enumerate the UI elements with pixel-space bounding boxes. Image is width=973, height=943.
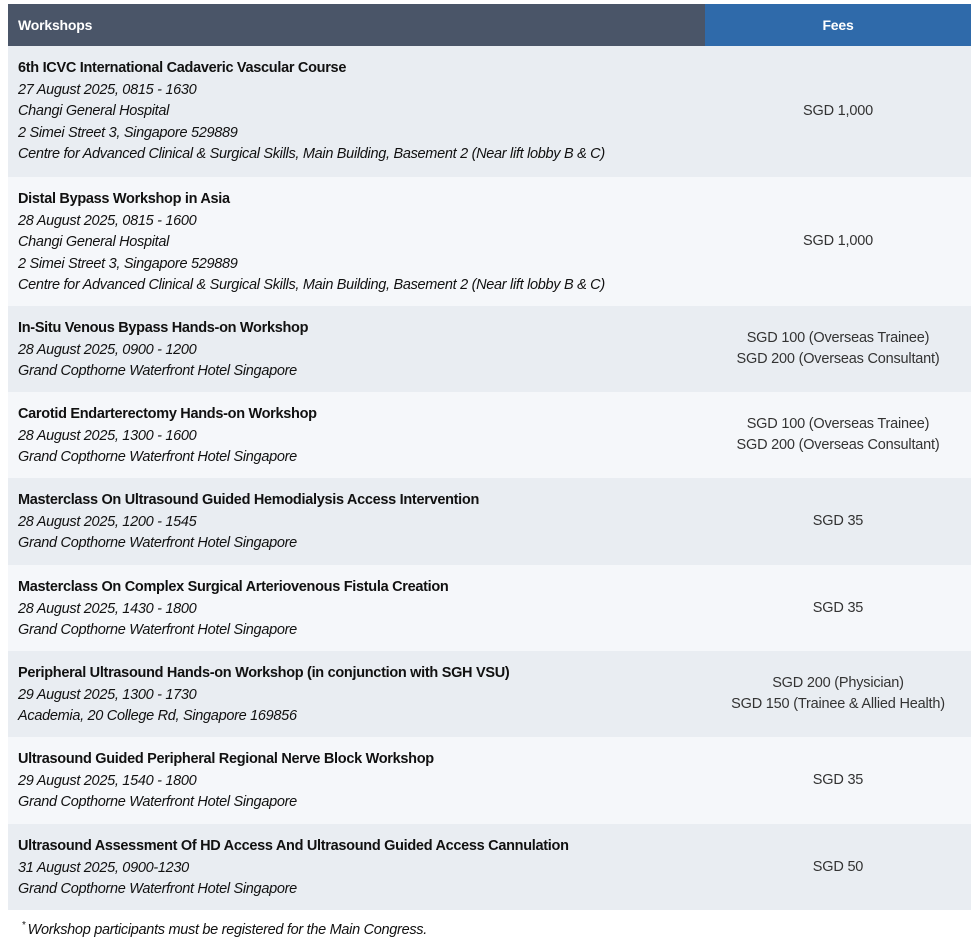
workshop-title: In-Situ Venous Bypass Hands-on Workshop: [18, 320, 309, 336]
workshop-title: Ultrasound Assessment Of HD Access And U…: [18, 838, 569, 854]
table-body: 6th ICVC International Cadaveric Vascula…: [8, 46, 971, 910]
workshop-detail: 28 August 2025, 0815 - 1600: [18, 212, 197, 229]
workshop-detail: Grand Copthorne Waterfront Hotel Singapo…: [18, 622, 297, 638]
footnote: * Workshop participants must be registere…: [22, 920, 427, 938]
workshop-detail: Grand Copthorne Waterfront Hotel Singapo…: [18, 881, 297, 897]
footnote-text: Workshop participants must be registered…: [27, 922, 428, 938]
workshop-cell: Ultrasound Assessment Of HD Access And U…: [8, 824, 705, 910]
fee-line: SGD 200 (Overseas Consultant): [736, 437, 940, 453]
workshop-detail: Grand Copthorne Waterfront Hotel Singapo…: [18, 449, 297, 465]
fee-cell: SGD 35: [705, 478, 971, 565]
workshop-detail: Changi General Hospital: [18, 234, 170, 250]
workshop-title: Carotid Endarterectomy Hands-on Workshop: [18, 406, 317, 422]
workshop-detail: 28 August 2025, 1430 - 1800: [18, 600, 197, 617]
fee-line: SGD 100 (Overseas Trainee): [746, 416, 930, 432]
workshop-detail: Centre for Advanced Clinical & Surgical …: [18, 277, 605, 293]
workshop-cell: Masterclass On Ultrasound Guided Hemodia…: [8, 478, 705, 565]
workshop-cell: Masterclass On Complex Surgical Arteriov…: [8, 565, 705, 651]
workshop-detail: 28 August 2025, 1200 - 1545: [18, 513, 197, 530]
fee-line: SGD 1,000: [803, 233, 873, 249]
header-fees: Fees: [705, 4, 971, 46]
workshop-cell: Ultrasound Guided Peripheral Regional Ne…: [8, 737, 705, 824]
workshop-title: Masterclass On Ultrasound Guided Hemodia…: [18, 492, 480, 508]
workshop-cell: Peripheral Ultrasound Hands-on Workshop …: [8, 651, 705, 737]
workshop-detail: 29 August 2025, 1300 - 1730: [18, 686, 197, 703]
workshop-title: 6th ICVC International Cadaveric Vascula…: [18, 60, 347, 76]
fee-line: SGD 200 (Physician): [772, 675, 904, 691]
fee-line: SGD 1,000: [803, 103, 873, 119]
fee-cell: SGD 100 (Overseas Trainee) SGD 200 (Overs…: [705, 306, 971, 392]
workshops-table: Workshops Fees 6th ICVC International Ca…: [8, 4, 971, 910]
table-row: In-Situ Venous Bypass Hands-on Workshop 2…: [8, 306, 971, 392]
table-row: 6th ICVC International Cadaveric Vascula…: [8, 46, 971, 177]
table-row: Ultrasound Guided Peripheral Regional Ne…: [8, 737, 971, 824]
table-header: Workshops Fees: [8, 4, 971, 46]
table-row: Distal Bypass Workshop in Asia 28 August …: [8, 177, 971, 306]
workshop-detail: 2 Simei Street 3, Singapore 529889: [18, 255, 238, 272]
workshop-title: Peripheral Ultrasound Hands-on Workshop …: [18, 665, 510, 681]
workshop-detail: 29 August 2025, 1540 - 1800: [18, 772, 197, 789]
workshop-title: Masterclass On Complex Surgical Arteriov…: [18, 579, 449, 595]
fee-line: SGD 100 (Overseas Trainee): [746, 330, 930, 346]
workshop-detail: Grand Copthorne Waterfront Hotel Singapo…: [18, 794, 297, 810]
fee-cell: SGD 1,000: [705, 177, 971, 306]
fee-cell: SGD 35: [705, 565, 971, 651]
table-row: Masterclass On Complex Surgical Arteriov…: [8, 565, 971, 651]
fee-line: SGD 35: [812, 513, 864, 529]
workshop-detail: Grand Copthorne Waterfront Hotel Singapo…: [18, 363, 297, 379]
workshop-title: Distal Bypass Workshop in Asia: [18, 191, 230, 207]
fee-cell: SGD 35: [705, 737, 971, 824]
workshop-detail: 27 August 2025, 0815 - 1630: [18, 81, 197, 98]
workshop-cell: Carotid Endarterectomy Hands-on Workshop…: [8, 392, 705, 478]
fee-cell: SGD 200 (Physician) SGD 150 (Trainee & Al…: [705, 651, 971, 737]
fee-line: SGD 200 (Overseas Consultant): [736, 351, 940, 367]
workshop-detail: 31 August 2025, 0900-1230: [18, 859, 189, 876]
workshop-detail: Grand Copthorne Waterfront Hotel Singapo…: [18, 535, 297, 551]
workshop-detail: Academia, 20 College Rd, Singapore 16985…: [18, 708, 297, 724]
workshop-detail: Centre for Advanced Clinical & Surgical …: [18, 146, 605, 162]
workshop-detail: 2 Simei Street 3, Singapore 529889: [18, 124, 238, 141]
workshop-cell: In-Situ Venous Bypass Hands-on Workshop 2…: [8, 306, 705, 392]
table-row: Masterclass On Ultrasound Guided Hemodia…: [8, 478, 971, 565]
footnote-marker: *: [22, 920, 26, 931]
workshop-detail: Changi General Hospital: [18, 103, 170, 119]
fee-line: SGD 50: [812, 858, 864, 875]
workshop-title: Ultrasound Guided Peripheral Regional Ne…: [18, 751, 434, 767]
fee-cell: SGD 100 (Overseas Trainee) SGD 200 (Overs…: [705, 392, 971, 478]
table-row: Ultrasound Assessment Of HD Access And U…: [8, 824, 971, 910]
workshop-detail: 28 August 2025, 0900 - 1200: [18, 341, 197, 358]
fee-line: SGD 35: [812, 772, 864, 788]
fee-line: SGD 150 (Trainee & Allied Health): [731, 696, 945, 712]
fee-line: SGD 35: [812, 599, 864, 616]
table-row: Peripheral Ultrasound Hands-on Workshop …: [8, 651, 971, 737]
fee-cell: SGD 50: [705, 824, 971, 910]
header-workshops: Workshops: [8, 4, 705, 46]
workshop-cell: 6th ICVC International Cadaveric Vascula…: [8, 46, 705, 177]
workshop-cell: Distal Bypass Workshop in Asia 28 August …: [8, 177, 705, 306]
fee-cell: SGD 1,000: [705, 46, 971, 177]
table-row: Carotid Endarterectomy Hands-on Workshop…: [8, 392, 971, 478]
workshop-detail: 28 August 2025, 1300 - 1600: [18, 427, 197, 444]
